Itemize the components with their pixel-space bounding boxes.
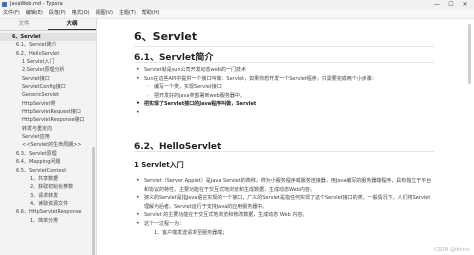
sidebar: 文件 大纲 6、Servlet 6.1、Servlet简介 6.2、HelloSer…: [0, 19, 97, 255]
list-item: 把实现了Servlet接口的Java程序叫做，Servlet: [134, 100, 434, 109]
outline-item[interactable]: 6.4、Mapping问题: [0, 158, 96, 166]
window-controls: — ☐ ✕: [430, 0, 472, 9]
outline-item[interactable]: 6.2、HelloServlet: [0, 50, 96, 58]
heading-divider: [134, 46, 434, 47]
outline-item[interactable]: Servlet应用: [0, 133, 96, 141]
close-button[interactable]: ✕: [458, 0, 472, 9]
menu-file[interactable]: 文件(F): [0, 9, 23, 18]
maximize-button[interactable]: ☐: [444, 0, 458, 9]
tab-outline[interactable]: 大纲: [48, 19, 96, 30]
heading-servlet: 6、Servlet: [134, 30, 198, 43]
outline-item[interactable]: HttpServletResponse接口: [0, 116, 96, 124]
outline-item[interactable]: 2、获取初始化参数: [0, 183, 96, 191]
list-item: Sun在这些API中提供一个接口叫做：Servlet，如果你想开发一个Servl…: [134, 75, 434, 84]
outline-item[interactable]: 6、Servlet: [0, 33, 96, 42]
sidebar-tabs: 文件 大纲: [0, 19, 96, 31]
outline-item[interactable]: 6.6、HttpServletResponse: [0, 208, 96, 216]
list-item: Servlet就是sun公司开发动态web的一门技术: [134, 66, 434, 75]
sidebar-scrollbar[interactable]: [92, 147, 95, 255]
heading-divider: [134, 151, 434, 152]
menu-edit[interactable]: 编辑(E): [23, 9, 46, 18]
outline-item[interactable]: 1、共享数据: [0, 175, 96, 183]
list-item: 编写一个类，实现Servlet接口: [134, 83, 434, 92]
menu-paragraph[interactable]: 段落(P): [46, 9, 69, 18]
menu-help[interactable]: 帮助(H): [139, 9, 163, 18]
list-item: 狭义的Servlet是指Java语言实现的一个接口，广义的Servlet是指任何…: [134, 194, 434, 211]
outline-item[interactable]: 6.3、Servlet原理: [0, 150, 96, 158]
outline-item[interactable]: 1 Servlet入门: [0, 58, 96, 66]
editor-pane[interactable]: 6、Servlet 6.1、Servlet简介 Servlet就是sun公司开发…: [97, 19, 474, 255]
list-item: Servlet（Server Applet）是Java Servlet的简称，称…: [134, 177, 434, 194]
outline-item[interactable]: GenericServlet: [0, 91, 96, 99]
typora-logo-icon: [2, 2, 7, 7]
menu-theme[interactable]: 主题(T): [116, 9, 139, 18]
window-title: JavaWeb.md - Typora: [10, 1, 63, 7]
outline-item[interactable]: 1、简单分类: [0, 217, 96, 225]
outline-item[interactable]: 6.1、Servlet简介: [0, 41, 96, 49]
outline-item[interactable]: 2.Servlet原理分析: [0, 66, 96, 74]
heading-servlet-getting-started: 1 Servlet入门: [134, 161, 184, 169]
menu-view[interactable]: 视图(V): [93, 9, 116, 18]
outline-item[interactable]: 6.5、ServletContext: [0, 167, 96, 175]
outline-item[interactable]: ServletConfig接口: [0, 83, 96, 91]
list-item: Servlet 的主要功能在于交互式地浏览和修改数据，生成动态 Web 内容。: [134, 211, 434, 220]
outline-list: 6、Servlet 6.1、Servlet简介 6.2、HelloServlet 1 …: [0, 31, 96, 225]
outline-item[interactable]: 3、请求转发: [0, 192, 96, 200]
servlet-description-list: Servlet（Server Applet）是Java Servlet的简称，称…: [134, 177, 434, 237]
minimize-button[interactable]: —: [430, 0, 444, 9]
outline-item[interactable]: HttpServletRequest接口: [0, 108, 96, 116]
outline-item[interactable]: HttpServlet类: [0, 100, 96, 108]
outline-item[interactable]: 4、读取资源文件: [0, 200, 96, 208]
menu-format[interactable]: 格式(O): [69, 9, 93, 18]
title-bar: JavaWeb.md - Typora — ☐ ✕: [0, 0, 474, 9]
watermark: CSDN @ibhnlc: [434, 247, 470, 253]
list-item: 1、客户端发送请求至服务器端；: [154, 229, 228, 236]
tab-files[interactable]: 文件: [0, 19, 48, 30]
menu-bar: 文件(F) 编辑(E) 段落(P) 格式(O) 视图(V) 主题(T) 帮助(H…: [0, 9, 474, 19]
empty-list-item[interactable]: ​: [134, 109, 434, 118]
editor-scrollbar[interactable]: [468, 24, 471, 84]
list-item: 把开发好的java类部署到web服务器中。: [134, 92, 434, 101]
list-item: 这个一过程一为：: [134, 220, 434, 229]
heading-divider: [134, 62, 434, 63]
intro-list: Servlet就是sun公司开发动态web的一门技术 Sun在这些API中提供一…: [134, 66, 434, 118]
outline-item[interactable]: <<Servlet的生命周期>>: [0, 141, 96, 149]
outline-item[interactable]: 转发与重定向: [0, 125, 96, 133]
outline-item[interactable]: Servlet接口: [0, 75, 96, 83]
